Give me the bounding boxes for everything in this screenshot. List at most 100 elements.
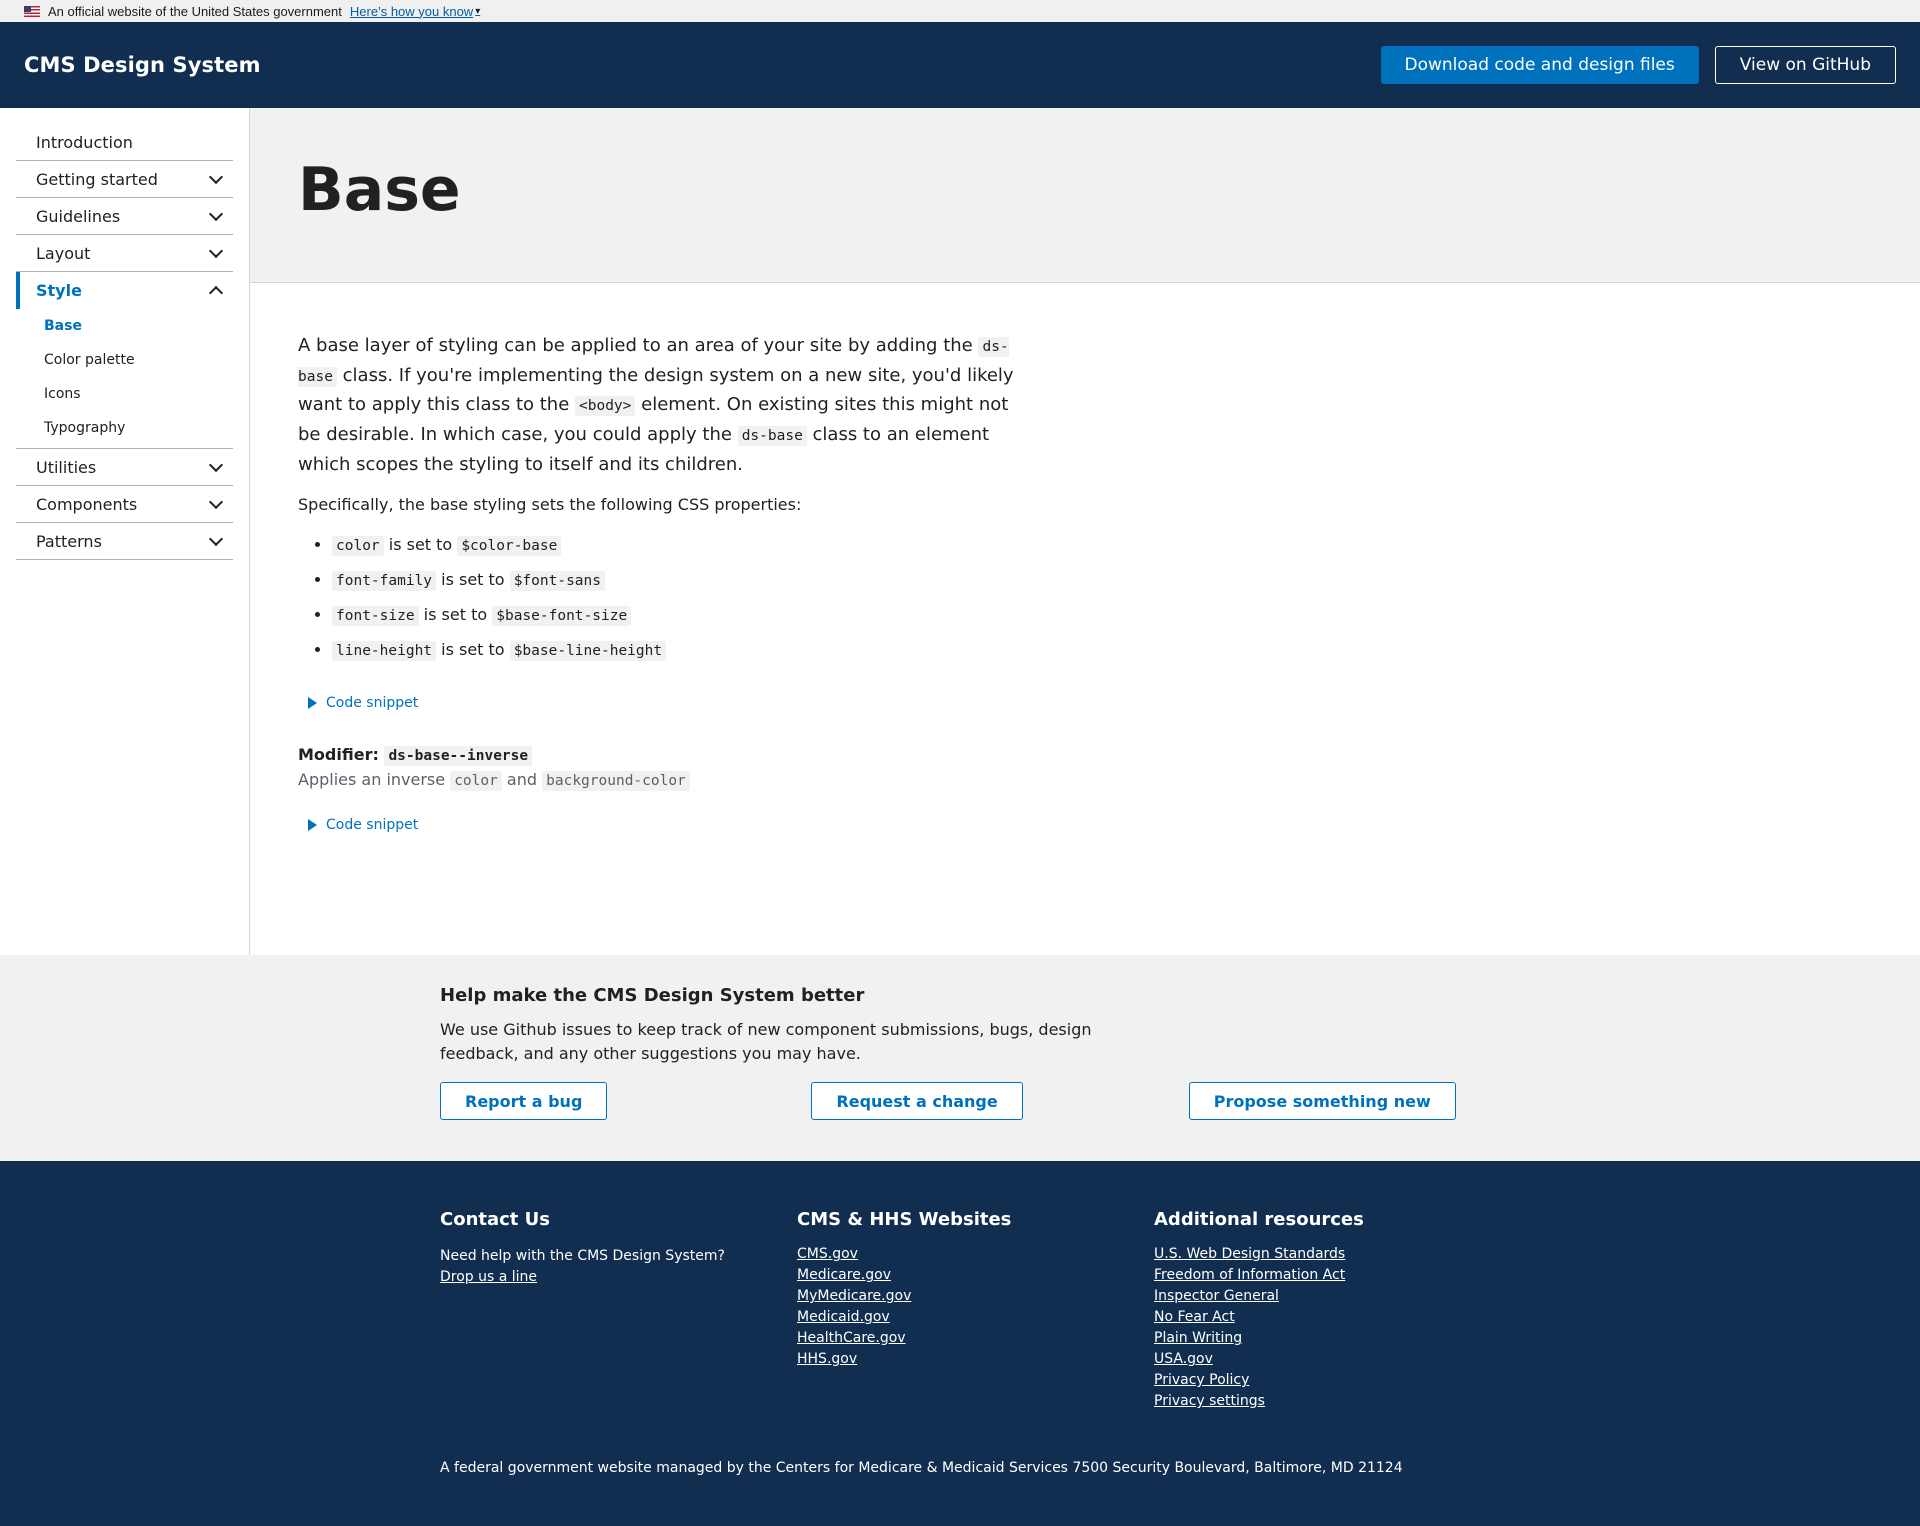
sidebar-item-label: Guidelines [36,206,121,226]
prop-name: font-size [332,606,419,627]
feedback-section: Help make the CMS Design System better W… [0,955,1920,1161]
request-change-button[interactable]: Request a change [811,1082,1023,1120]
footer-link-medicare[interactable]: Medicare.gov [797,1265,1154,1286]
modifier-desc-text: and [501,770,543,790]
inline-code: ds-base [737,426,807,447]
sidebar-item-patterns[interactable]: Patterns [16,523,233,560]
list-item: font-family is set to $font-sans [332,562,1030,597]
propose-new-button[interactable]: Propose something new [1188,1082,1456,1120]
footer-link-cms[interactable]: CMS.gov [797,1244,1154,1265]
list-item: line-height is set to $base-line-height [332,632,1030,667]
inline-code: color [450,771,502,792]
prop-value: $base-line-height [509,641,667,662]
site-title[interactable]: CMS Design System [24,53,261,77]
specifically-text: Specifically, the base styling sets the … [298,495,802,515]
feedback-heading: Help make the CMS Design System better [440,985,865,1006]
contact-text: Need help with the CMS Design System? [440,1248,725,1264]
footer-link-medicaid[interactable]: Medicaid.gov [797,1307,1154,1328]
chevron-down-icon [208,457,224,472]
footer-link-privacy-settings[interactable]: Privacy settings [1154,1391,1364,1412]
sidebar-item-label: Patterns [36,531,102,551]
page-hero: Base [250,108,1920,283]
set-to-text: is set to [441,640,505,660]
code-snippet-label: Code snippet [326,695,419,712]
footer-link-hhs[interactable]: HHS.gov [797,1349,1154,1370]
chevron-up-icon [208,285,224,301]
intro-text: A base layer of styling can be applied t… [298,335,979,356]
chevron-down-icon [208,169,224,184]
heres-how-you-know-link[interactable]: Here’s how you know ▾ [350,4,480,19]
sidebar-item-getting-started[interactable]: Getting started [16,161,233,198]
code-snippet-toggle[interactable]: Code snippet [298,695,1030,711]
footer-link-usds[interactable]: U.S. Web Design Standards [1154,1244,1364,1265]
prop-value: $font-sans [509,571,605,592]
footer-link-foia[interactable]: Freedom of Information Act [1154,1265,1364,1286]
list-item: font-size is set to $base-font-size [332,597,1030,632]
sidebar-item-label: Getting started [36,169,158,189]
triangle-right-icon [308,697,317,710]
footer-link-no-fear-act[interactable]: No Fear Act [1154,1307,1364,1328]
chevron-down-icon: ▾ [475,5,481,17]
page-layout: Introduction Getting started Guidelines … [0,108,1920,955]
footer-websites: CMS & HHS Websites CMS.gov Medicare.gov … [797,1209,1154,1412]
modifier-label: Modifier: [298,745,379,765]
sidebar-item-style[interactable]: Style [16,272,233,309]
modifier-description: Applies an inverse color and background-… [298,770,1030,792]
footer-link-usa-gov[interactable]: USA.gov [1154,1349,1364,1370]
sidebar-item-introduction[interactable]: Introduction [16,124,233,161]
main-content: Base A base layer of styling can be appl… [250,108,1920,955]
chevron-down-icon [208,531,224,546]
gov-banner: An official website of the United States… [0,0,1920,22]
header-actions: Download code and design files View on G… [1380,46,1896,84]
inline-code: background-color [542,771,690,792]
sidebar-item-components[interactable]: Components [16,486,233,523]
feedback-text: We use Github issues to keep track of ne… [440,1020,1092,1063]
footer-resources: Additional resources U.S. Web Design Sta… [1154,1209,1364,1412]
prop-name: font-family [332,571,437,592]
sidebar-item-label: Components [36,494,138,514]
subnav-item-icons[interactable]: Icons [16,377,233,411]
websites-heading: CMS & HHS Websites [797,1209,1012,1230]
gov-banner-text: An official website of the United States… [48,3,342,19]
sidebar-item-label: Utilities [36,457,97,477]
footer-link-plain-writing[interactable]: Plain Writing [1154,1328,1364,1349]
css-properties-list: color is set to $color-base font-family … [298,527,1030,667]
subnav-item-color-palette[interactable]: Color palette [16,343,233,377]
page-title: Base [298,155,461,225]
sidebar-item-guidelines[interactable]: Guidelines [16,198,233,235]
chevron-down-icon [208,243,224,258]
feedback-buttons: Report a bug Request a change Propose so… [440,1082,1920,1120]
footer-bottom-text: A federal government website managed by … [440,1460,1403,1476]
prop-value: $base-font-size [492,606,632,627]
resources-heading: Additional resources [1154,1209,1364,1230]
set-to-text: is set to [423,605,488,625]
prop-name: line-height [332,641,437,662]
heres-how-you-know-label: Here’s how you know [349,3,474,19]
us-flag-icon [24,5,40,17]
site-header: CMS Design System Download code and desi… [0,22,1920,108]
subnav-item-base[interactable]: Base [16,309,233,343]
inline-code: <body> [575,396,636,417]
footer-link-inspector-general[interactable]: Inspector General [1154,1286,1364,1307]
report-bug-button[interactable]: Report a bug [440,1082,608,1120]
code-snippet-toggle[interactable]: Code snippet [298,817,1030,833]
footer-link-healthcare[interactable]: HealthCare.gov [797,1328,1154,1349]
subnav-item-typography[interactable]: Typography [16,411,233,445]
prop-name: color [332,536,384,557]
drop-us-a-line-link[interactable]: Drop us a line [440,1267,797,1288]
prop-value: $color-base [457,536,562,557]
code-snippet-label: Code snippet [326,817,419,834]
sidebar-item-layout[interactable]: Layout [16,235,233,272]
footer-columns: Contact Us Need help with the CMS Design… [440,1209,1920,1412]
style-subnav: Base Color palette Icons Typography [16,309,233,449]
chevron-down-icon [208,206,224,221]
article-content: A base layer of styling can be applied t… [250,283,1030,833]
modifier-desc-text: Applies an inverse [298,770,451,790]
download-button[interactable]: Download code and design files [1380,46,1699,84]
sidebar-item-label: Style [36,281,82,300]
set-to-text: is set to [441,570,505,590]
footer-link-privacy-policy[interactable]: Privacy Policy [1154,1370,1364,1391]
github-button[interactable]: View on GitHub [1714,46,1896,84]
sidebar-item-utilities[interactable]: Utilities [16,449,233,486]
footer-link-mymedicare[interactable]: MyMedicare.gov [797,1286,1154,1307]
